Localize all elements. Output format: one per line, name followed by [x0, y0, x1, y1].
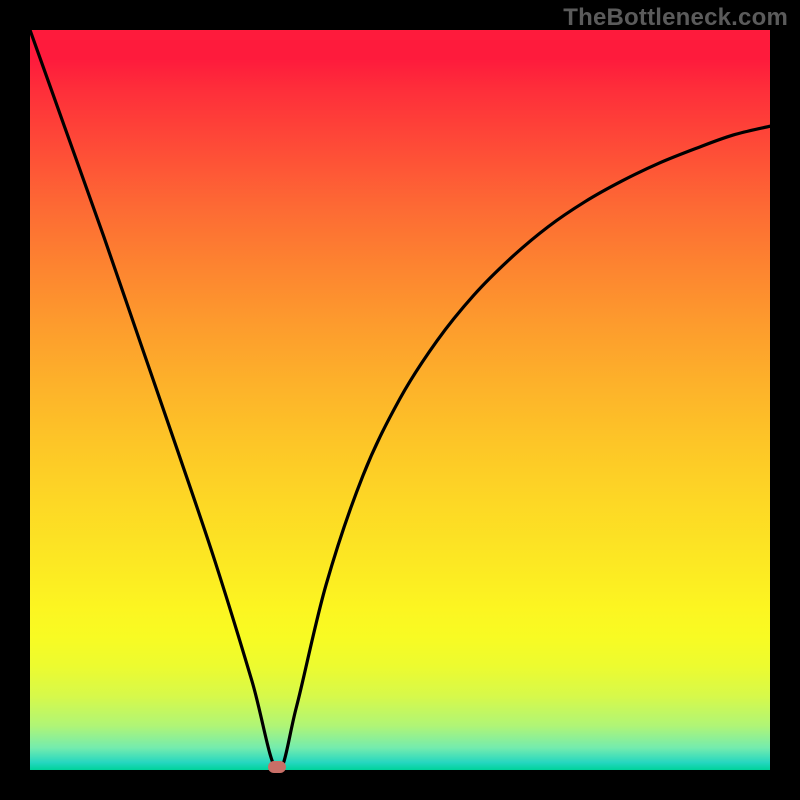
- watermark-text: TheBottleneck.com: [563, 4, 788, 32]
- chart-frame: TheBottleneck.com: [0, 0, 800, 800]
- bottleneck-curve-path: [30, 30, 770, 770]
- plot-area: [30, 30, 770, 770]
- curve-svg: [30, 30, 770, 770]
- optimal-point-dot: [268, 761, 286, 773]
